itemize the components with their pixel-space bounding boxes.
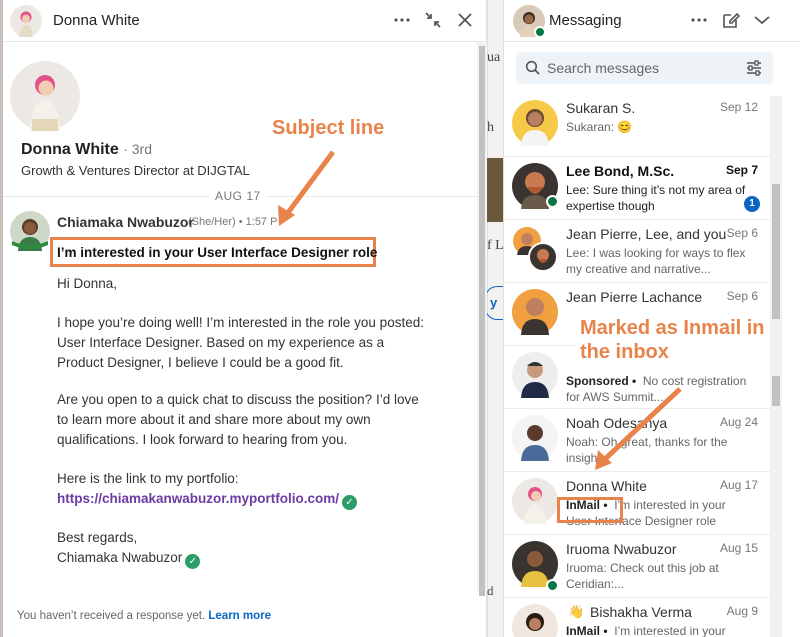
search-placeholder: Search messages [547,60,660,76]
sponsored-snippet: Sponsored • No cost registration for AWS… [566,374,747,404]
conversation-name: Donna White [566,478,647,494]
search-icon [525,60,540,75]
message-subject: I’m interested in your User Interface De… [57,245,378,260]
annotation-label: Marked as Inmail in the inbox [576,314,769,364]
avatar [512,604,558,637]
conversation-snippet: Noah: Oh great, thanks for the insight [566,435,728,465]
avatar [512,352,558,398]
response-note: You haven’t received a response yet. Lea… [17,610,272,622]
sender-name[interactable]: Chiamaka Nwabuzor [57,214,194,230]
background-button: y [485,286,503,320]
chevron-down-icon[interactable] [751,9,773,31]
profile-avatar[interactable] [10,61,80,131]
close-icon[interactable] [454,9,476,31]
conversation-panel: Donna White Donna White · 3rd Growth & V… [3,0,487,637]
conversation-header[interactable]: Donna White [3,0,487,42]
verified-icon: ✓ [342,495,358,510]
background-text: ua [487,50,501,65]
messaging-title[interactable]: Messaging [549,12,622,29]
avatar[interactable] [10,5,42,37]
portfolio-link-row: https://chiamakanwabuzor.myportfolio.com… [57,489,427,510]
conversation-name: Noah Odesanya [566,415,668,431]
message-closing: Best regards, [57,530,138,545]
group-avatar [513,227,558,272]
messaging-header[interactable]: Messaging [504,0,800,42]
message-signature-row: Chiamaka Nwabuzor ✓ [57,548,427,569]
conversation-snippet: InMail • I’m interested in your [566,624,726,637]
conversation-name: Bishakha Verma [590,604,692,620]
sender-avatar[interactable] [10,211,50,251]
conversation-name: Iruoma Nwabuzor [566,541,677,557]
conversation-date: Sep 7 [725,163,758,177]
conversation-snippet: Sukaran: 😊 [566,120,633,134]
annotation-label: Subject line [272,117,385,139]
conversation-name: Jean Pierre, Lee, and you [566,226,727,242]
conversation-list-item[interactable]: Donna White Aug 17 InMail • I’m interest… [504,472,770,535]
conversation-snippet: Iruoma: Check out this job at Ceridian:.… [566,561,719,591]
conversation-name: Lee Bond, M.Sc. [566,163,675,179]
conversation-snippet: Lee: Sure thing it’s not my area of expe… [566,183,746,213]
message-signature: Chiamaka Nwabuzor [57,550,183,565]
compose-icon[interactable] [720,9,742,31]
message-greeting: Hi Donna, [57,276,118,291]
conversation-date: Aug 17 [719,478,758,492]
conversation-name: Sukaran S. [566,100,636,116]
unread-count-badge: 1 [744,196,760,212]
background-text: f L [487,238,504,253]
portfolio-link[interactable]: https://chiamakanwabuzor.myportfolio.com… [57,491,339,506]
conversation-name: Jean Pierre Lachance [566,289,703,305]
scrollbar[interactable] [477,42,487,596]
learn-more-link[interactable]: Learn more [208,610,271,622]
message-paragraph: I hope you’re doing well! I’m interested… [57,315,424,370]
conversation-date: Sep 6 [726,226,758,240]
message-paragraph: Here is the link to my portfolio: [57,471,239,486]
conversation-list-item[interactable]: Bishakha Verma 👋 Aug 9 InMail • I’m inte… [504,598,770,637]
avatar [512,100,558,146]
ellipsis-icon[interactable] [688,9,710,31]
scrollbar-thumb[interactable] [479,46,485,596]
conversation-date: Aug 15 [719,541,758,555]
scrollbar-thumb[interactable] [772,376,780,406]
conversation-date: Aug 24 [719,415,758,429]
conversation-list-item[interactable]: Noah Odesanya Aug 24 Noah: Oh great, tha… [504,409,770,472]
background-image [487,158,503,222]
background-text: h [487,120,494,135]
scrollbar[interactable] [770,96,782,637]
avatar [512,289,558,335]
wave-emoji-icon: 👋 [568,604,585,619]
conversation-list-item[interactable]: Jean Pierre, Lee, and you Sep 6 Lee: I w… [504,220,770,283]
sender-meta: (She/Her) • 1:57 P [188,216,278,228]
online-status-icon [546,195,559,208]
my-avatar[interactable] [512,4,546,38]
avatar [512,415,558,461]
conversation-date: Aug 9 [726,604,758,618]
conversation-list-item[interactable]: Lee Bond, M.Sc. Sep 7 Lee: Sure thing it… [504,157,770,220]
online-status-icon [546,579,559,592]
inmail-highlight-box [557,497,623,523]
conversation-list-item[interactable]: Iruoma Nwabuzor Aug 15 Iruoma: Check out… [504,535,770,598]
inmail-label: InMail • [566,624,608,637]
profile-headline: Growth & Ventures Director at DIJGTAL [21,163,250,178]
filter-icon[interactable] [746,60,762,76]
conversation-date: Sep 6 [726,289,758,303]
verified-icon: ✓ [185,554,201,569]
conversation-snippet: Lee: I was looking for ways to flex my c… [566,246,746,276]
ellipsis-icon[interactable] [391,9,413,31]
search-input[interactable]: Search messages [516,52,773,84]
message-paragraph: Are you open to a quick chat to discuss … [57,392,419,447]
profile-name[interactable]: Donna White · 3rd [21,141,152,159]
conversation-list-item[interactable]: Sukaran S. Sep 12 Sukaran: 😊 [504,94,770,157]
conversation-date: Sep 12 [719,100,758,114]
conversation-title[interactable]: Donna White [53,12,140,29]
avatar [512,478,558,524]
sponsored-label: Sponsored • [566,374,637,388]
date-divider-label: AUG 17 [209,189,267,203]
connection-degree: · 3rd [123,141,153,157]
collapse-icon[interactable] [422,9,444,31]
background-text: d [487,583,494,598]
scrollbar-thumb[interactable] [772,184,780,319]
